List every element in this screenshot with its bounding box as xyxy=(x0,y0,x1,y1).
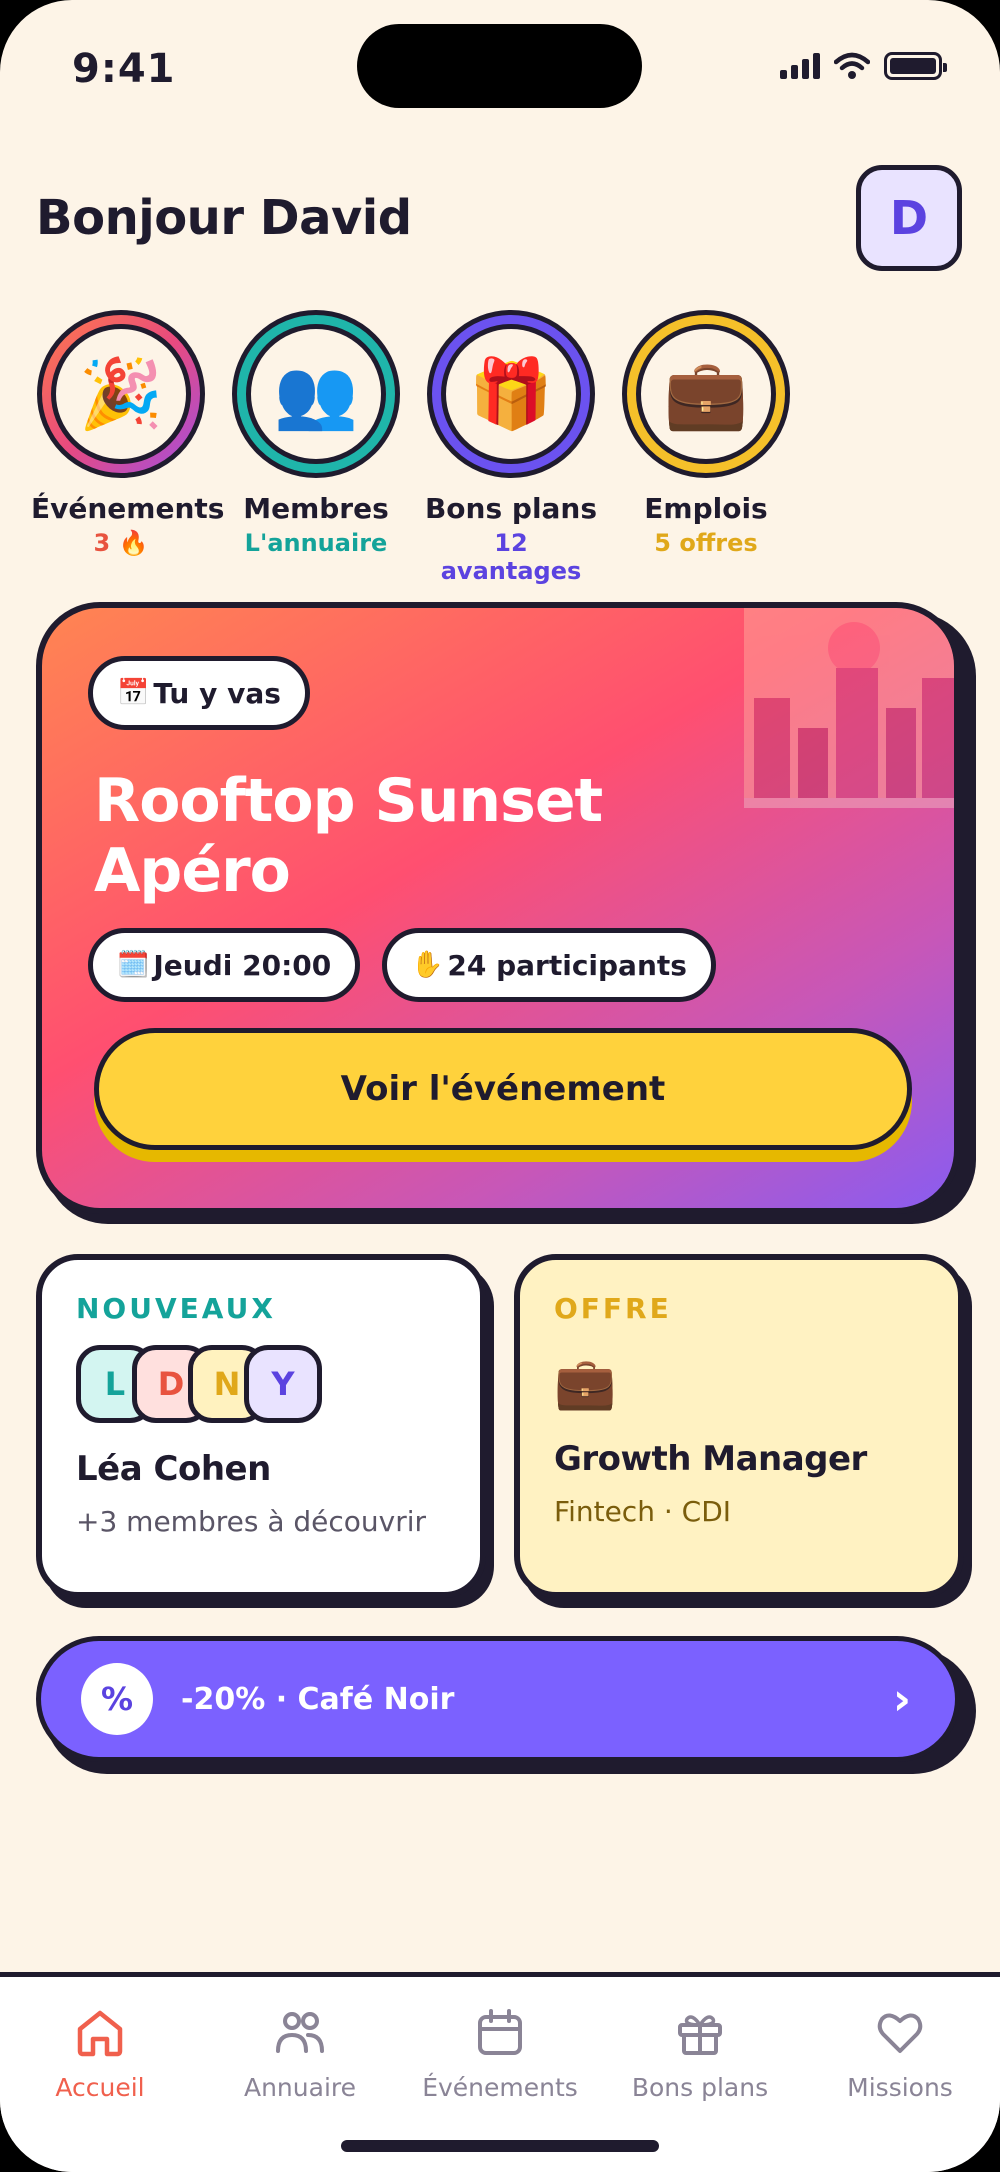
story-sub: 3 🔥 xyxy=(93,529,149,557)
event-date: Jeudi 20:00 xyxy=(153,948,332,982)
people-icon xyxy=(276,2012,324,2053)
member-avatars: L D N Y xyxy=(76,1345,446,1427)
party-popper-icon: 🎉 xyxy=(51,324,191,464)
calendar-icon xyxy=(478,2009,522,2055)
tab-label: Annuaire xyxy=(243,2073,356,2102)
status-icons xyxy=(780,52,947,80)
wifi-icon xyxy=(834,52,870,79)
home-icon xyxy=(77,2010,123,2057)
story-sub: 5 offres xyxy=(654,529,758,557)
new-members-card[interactable]: NOUVEAUX L D N Y Léa Cohen +3 membres à … xyxy=(36,1254,486,1598)
hero-event-card[interactable]: 📅 Tu y vas Rooftop Sunset Apéro 🗓️ Jeudi… xyxy=(36,602,960,1214)
going-badge: 📅 Tu y vas xyxy=(88,656,310,730)
participants-pill: ✋ 24 participants xyxy=(382,928,716,1002)
event-title-line1: Rooftop Sunset xyxy=(94,766,603,836)
tab-annuaire[interactable]: Annuaire xyxy=(200,2007,400,2102)
story-label: Emplois xyxy=(644,492,768,525)
story-ring: 👥 xyxy=(232,310,400,478)
phone-screen: 9:41 Bonjour David D 🎉 Événements 3 🔥 👥 … xyxy=(0,0,1000,2172)
promo-banner[interactable]: % -20% · Café Noir › xyxy=(36,1636,960,1762)
job-details: Fintech · CDI xyxy=(554,1495,732,1528)
gift-icon xyxy=(678,2015,722,2055)
tab-bons-plans[interactable]: Bons plans xyxy=(600,2007,800,2102)
story-label: Bons plans xyxy=(424,492,598,525)
cellular-signal-icon xyxy=(780,53,820,79)
participants-count: 24 participants xyxy=(447,948,687,982)
event-date-pill: 🗓️ Jeudi 20:00 xyxy=(88,928,361,1002)
calendar-spiral-icon: 🗓️ xyxy=(117,950,150,980)
new-member-name: Léa Cohen xyxy=(76,1449,271,1489)
gift-icon: 🎁 xyxy=(441,324,581,464)
tab-label: Bons plans xyxy=(631,2073,769,2102)
briefcase-icon: 💼 xyxy=(636,324,776,464)
view-event-button[interactable]: Voir l'événement xyxy=(94,1028,912,1150)
story-ring: 🎁 xyxy=(427,310,595,478)
story-jobs[interactable]: 💼 Emplois 5 offres xyxy=(616,310,796,557)
people-icon: 👥 xyxy=(246,324,386,464)
home-indicator[interactable] xyxy=(341,2140,659,2152)
heart-icon xyxy=(877,2013,923,2053)
calendar-icon: 📅 xyxy=(117,678,150,708)
tab-missions[interactable]: Missions xyxy=(800,2007,1000,2102)
promo-text: -20% · Café Noir xyxy=(181,1681,455,1717)
story-ring: 💼 xyxy=(622,310,790,478)
dynamic-island xyxy=(357,24,642,108)
tab-label: Événements xyxy=(422,2073,578,2102)
raised-hand-icon: ✋ xyxy=(411,950,444,980)
story-events[interactable]: 🎉 Événements 3 🔥 xyxy=(31,310,225,557)
briefcase-icon: 💼 xyxy=(554,1354,617,1412)
member-avatar: Y xyxy=(244,1345,322,1423)
story-sub: 12 avantages xyxy=(440,529,582,585)
tab-label: Accueil xyxy=(55,2073,145,2102)
battery-icon xyxy=(884,52,947,80)
job-title: Growth Manager xyxy=(554,1439,867,1479)
story-members[interactable]: 👥 Membres L'annuaire xyxy=(226,310,406,557)
job-offer-card[interactable]: OFFRE 💼 Growth Manager Fintech · CDI xyxy=(514,1254,964,1598)
profile-avatar[interactable]: D xyxy=(856,165,962,271)
story-label: Membres xyxy=(243,492,389,525)
new-members-sub: +3 membres à découvrir xyxy=(76,1505,427,1538)
story-ring: 🎉 xyxy=(37,310,205,478)
tab-label: Missions xyxy=(847,2073,953,2102)
event-title-line2: Apéro xyxy=(94,836,291,906)
greeting-title: Bonjour David xyxy=(36,190,412,246)
event-title: Rooftop Sunset Apéro xyxy=(94,766,603,906)
chevron-right-icon: › xyxy=(892,1673,911,1725)
story-deals[interactable]: 🎁 Bons plans 12 avantages xyxy=(421,310,601,585)
city-skyline-illustration xyxy=(744,608,954,808)
story-sub: L'annuaire xyxy=(244,529,388,557)
tab-evenements[interactable]: Événements xyxy=(400,2007,600,2102)
tab-accueil[interactable]: Accueil xyxy=(0,2007,200,2102)
new-members-kicker: NOUVEAUX xyxy=(76,1292,276,1325)
story-label: Événements xyxy=(31,492,225,525)
status-time: 9:41 xyxy=(72,46,176,92)
job-offer-kicker: OFFRE xyxy=(554,1292,672,1325)
percent-icon: % xyxy=(81,1663,153,1735)
going-badge-label: Tu y vas xyxy=(153,676,281,710)
